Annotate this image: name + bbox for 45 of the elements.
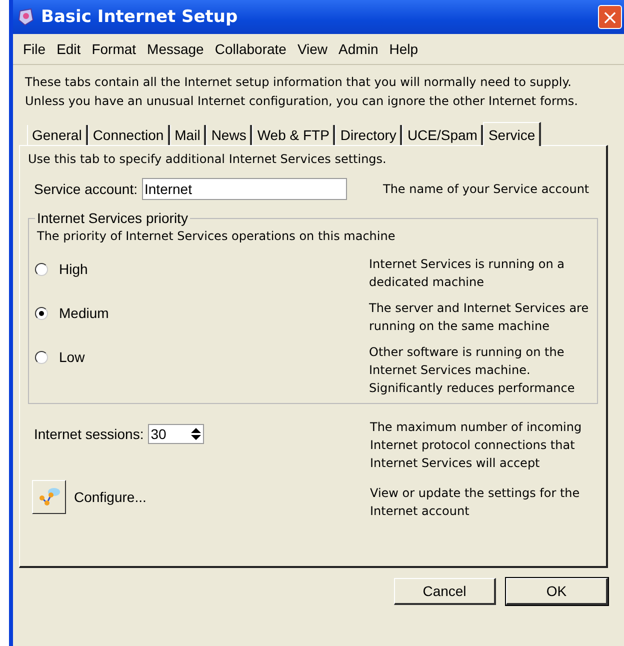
note-text: The server and Internet Services are running on the same machine [369, 300, 590, 335]
note-text: The maximum number of incoming Internet protocol connections that Internet Services will accept [370, 419, 583, 472]
radio-button[interactable]: Low [35, 349, 85, 365]
menu-item[interactable]: Edit [52, 41, 88, 57]
app-icon [17, 8, 35, 26]
menu-item[interactable]: Message [143, 41, 211, 57]
tab[interactable]: Service [483, 122, 542, 146]
spin-field[interactable]: 30 [148, 424, 204, 444]
tab[interactable]: Web & FTP [252, 125, 336, 145]
configure-label: Configure... [74, 489, 146, 505]
group-subtitle: The priority of Internet Services operations on this machine [36, 229, 396, 243]
menu-item[interactable]: View [293, 41, 335, 57]
radio-circle[interactable] [35, 262, 48, 276]
note-text: View or update the settings for the Internet account [370, 485, 581, 520]
menu-item[interactable]: File [19, 41, 53, 57]
dialog-button[interactable]: Cancel [394, 578, 496, 605]
note-text: The name of your Service account [383, 181, 590, 198]
tab[interactable]: News [206, 125, 252, 145]
window-title: Basic Internet Setup [41, 7, 239, 27]
tab[interactable]: General [27, 125, 88, 145]
radio-circle[interactable] [35, 306, 48, 320]
tab[interactable]: UCE/Spam [402, 125, 484, 145]
close-button[interactable]: × [598, 5, 622, 29]
intro-text: Unless you have an unusual Internet configuration, you can ignore the other Internet forms. [25, 93, 579, 110]
radio-button[interactable]: High [35, 261, 88, 277]
dialog-button[interactable]: OK [506, 578, 608, 605]
field-label: Internet sessions: [33, 426, 144, 442]
spin-arrows-icon[interactable] [188, 427, 203, 441]
tab[interactable]: Connection [88, 125, 170, 145]
field-label: Service account: [33, 181, 138, 197]
menu-item[interactable]: Format [88, 41, 144, 57]
note-text: Other software is running on the Internet Services machine. Significantly reduces performance [369, 344, 576, 397]
radio-circle[interactable] [35, 350, 48, 364]
input-field[interactable]: Internet [142, 178, 346, 200]
menu-item[interactable]: Collaborate [210, 41, 294, 57]
radio-button[interactable]: Medium [35, 305, 109, 321]
note-text: Internet Services is running on a dedicated machine [369, 256, 566, 291]
group-title: Internet Services priority [35, 210, 190, 226]
menu-item[interactable]: Help [385, 41, 426, 57]
tab[interactable]: Mail [170, 125, 206, 145]
hint-text: Use this tab to specify additional Internet Services settings. [28, 152, 388, 166]
configure-button[interactable] [32, 480, 66, 514]
menu-item[interactable]: Admin [334, 41, 386, 57]
tab[interactable]: Directory [335, 125, 402, 145]
intro-text: These tabs contain all the Internet setup information that you will normally need to supply. [25, 74, 572, 91]
